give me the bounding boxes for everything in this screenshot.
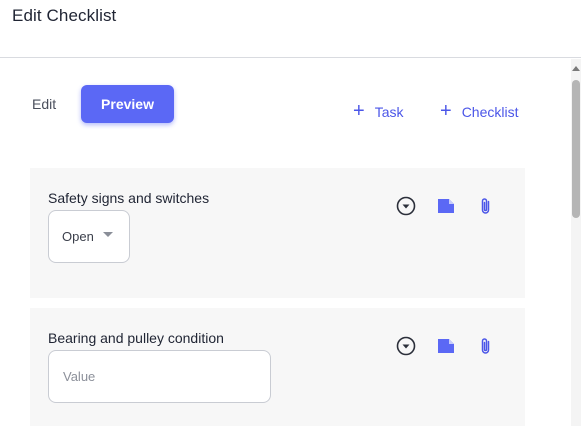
add-task-button[interactable]: + Task — [353, 100, 404, 122]
item-actions — [396, 196, 516, 216]
status-select-value: Open — [62, 229, 94, 244]
add-checklist-button[interactable]: + Checklist — [440, 100, 519, 122]
checklist-item-card: Safety signs and switches Open — [30, 168, 525, 298]
chevron-circle-down-icon[interactable] — [396, 196, 416, 216]
chevron-circle-down-icon[interactable] — [396, 336, 416, 356]
page-header: Edit Checklist — [0, 0, 581, 58]
note-icon[interactable] — [436, 196, 456, 216]
checklist-item-card: Bearing and pulley condition — [30, 308, 525, 426]
plus-icon: + — [440, 100, 452, 122]
scrollbar-thumb[interactable] — [572, 80, 580, 218]
item-actions — [396, 336, 516, 356]
status-select[interactable]: Open — [48, 210, 130, 263]
plus-icon: + — [353, 100, 365, 122]
note-icon[interactable] — [436, 336, 456, 356]
page-title: Edit Checklist — [12, 6, 117, 25]
add-checklist-label: Checklist — [461, 104, 519, 120]
caret-down-icon — [102, 232, 113, 237]
add-task-label: Task — [374, 104, 404, 120]
value-input[interactable] — [48, 350, 271, 403]
checklist-item-title: Safety signs and switches — [48, 190, 210, 206]
tab-edit[interactable]: Edit — [32, 96, 56, 112]
scroll-up-arrow-icon[interactable] — [572, 66, 580, 71]
checklist-item-title: Bearing and pulley condition — [48, 330, 224, 346]
paperclip-icon[interactable] — [476, 336, 496, 356]
paperclip-icon[interactable] — [476, 196, 496, 216]
tab-preview[interactable]: Preview — [81, 85, 174, 123]
